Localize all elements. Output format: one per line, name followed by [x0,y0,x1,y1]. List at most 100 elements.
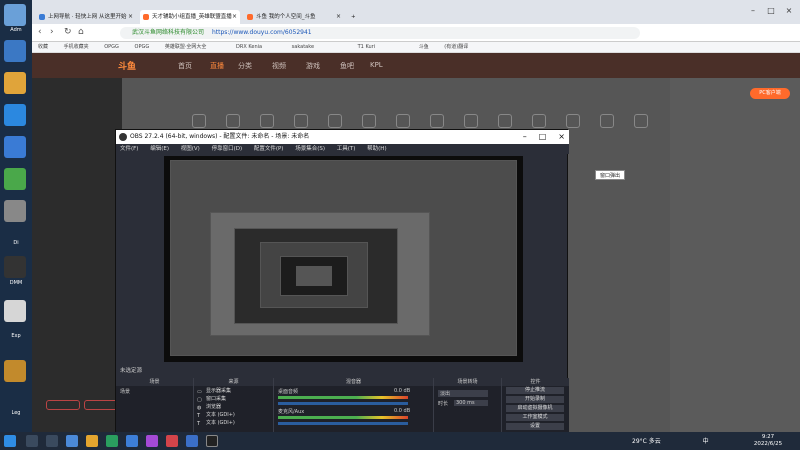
close-icon[interactable]: × [336,10,341,24]
category-icon[interactable] [226,114,240,128]
nav-category[interactable]: 分类 [238,61,252,71]
category-icon[interactable] [260,114,274,128]
bookmark-item[interactable]: T1 Kuri [358,44,375,50]
menu-view[interactable]: 视图(V) [181,146,200,152]
nav-game[interactable]: 游戏 [306,61,320,71]
search-icon[interactable] [26,435,38,447]
settings-button[interactable]: 设置 [506,423,564,430]
menu-docks[interactable]: 停靠窗口(D) [212,146,243,152]
nav-video[interactable]: 视频 [272,61,286,71]
category-icon[interactable] [634,114,648,128]
forward-icon[interactable]: › [50,27,54,37]
source-item[interactable]: T 文本 (GDI+) [196,411,270,419]
site-logo[interactable]: 斗鱼 [118,59,136,72]
desktop-shortcut-icon[interactable] [4,168,26,190]
tab-douyu-stream[interactable]: 天才辅助小组直播_英雄联盟直播 × [140,10,240,24]
category-icon[interactable] [192,114,206,128]
bookmark-item[interactable]: DRX Kenia [236,44,262,50]
desktop-shortcut-icon[interactable] [4,360,26,382]
desktop-shortcut-icon[interactable] [4,300,26,322]
minimize-icon[interactable]: – [523,132,527,141]
source-item[interactable]: ◍ 浏览器 [196,403,270,411]
studio-mode-button[interactable]: 工作室模式 [506,414,564,421]
maximize-icon[interactable]: □ [762,6,780,15]
source-item[interactable]: ▢ 窗口采集 [196,395,270,403]
sidebar-action-button[interactable] [84,400,118,410]
category-icon[interactable] [396,114,410,128]
menu-profile[interactable]: 配置文件(P) [254,146,284,152]
app-icon[interactable] [166,435,178,447]
menu-help[interactable]: 帮助(H) [367,146,386,152]
weather-widget[interactable]: 29°C 多云 中 [632,436,709,445]
bookmark-item[interactable]: sakatake [292,44,314,50]
lang-indicator[interactable]: 中 [703,438,709,445]
menu-scene-collection[interactable]: 场景集合(S) [295,146,325,152]
category-icon[interactable] [566,114,580,128]
taskbar-clock[interactable]: 9:27 2022/6/25 [748,434,788,448]
close-icon[interactable]: × [232,10,237,24]
close-icon[interactable]: × [558,132,565,141]
bookmark-item[interactable]: 斗鱼 [419,44,429,50]
obs-preview-canvas[interactable] [164,156,523,362]
volume-slider[interactable] [278,402,408,405]
desktop-shortcut-icon[interactable] [4,40,26,62]
category-icon[interactable] [600,114,614,128]
bookmark-item[interactable]: 手机收藏夹 [64,44,89,50]
url-input[interactable]: 武汉斗鱼网络科技有限公司 https://www.douyu.com/60529… [120,27,640,39]
close-icon[interactable]: × [780,6,798,15]
volume-slider[interactable] [278,422,408,425]
nav-kpl[interactable]: KPL [370,61,383,69]
bookmark-item[interactable]: (有道)翻译 [444,44,468,50]
app-icon[interactable] [146,435,158,447]
source-item[interactable]: T 文本 (GDI+) [196,419,270,427]
desktop-shortcut-icon[interactable] [4,4,26,26]
minimize-icon[interactable]: – [744,6,762,15]
desktop-shortcut-icon[interactable] [4,72,26,94]
transition-type-select[interactable]: 淡出 [438,390,488,397]
bookmark-item[interactable]: OPGG [104,44,119,50]
scene-item[interactable]: 场景 [120,388,130,395]
pc-client-button[interactable]: PC客户端 [750,88,790,99]
new-tab-button[interactable]: + [348,10,362,24]
reload-icon[interactable]: ↻ [64,27,72,37]
virtual-camera-button[interactable]: 启动虚拟摄像机 [506,405,564,412]
menu-file[interactable]: 文件(F) [120,146,138,152]
app-icon[interactable] [186,435,198,447]
desktop-shortcut-icon[interactable] [4,104,26,126]
category-icon[interactable] [532,114,546,128]
stop-streaming-button[interactable]: 停止推流 [506,387,564,394]
desktop-shortcut-icon[interactable] [4,136,26,158]
desktop-shortcut-icon[interactable] [4,256,26,278]
app-icon[interactable] [106,435,118,447]
category-icon[interactable] [464,114,478,128]
menu-edit[interactable]: 编辑(E) [150,146,169,152]
sidebar-action-button[interactable] [46,400,80,410]
nav-yuba[interactable]: 鱼吧 [340,61,354,71]
obs-taskbar-icon[interactable] [206,435,218,447]
category-icon[interactable] [328,114,342,128]
nav-live[interactable]: 直播 [210,61,224,71]
bookmark-item[interactable]: 收藏 [38,44,48,50]
tab-douyu-space[interactable]: 斗鱼 我的个人空间_斗鱼 × [244,10,344,24]
close-icon[interactable]: × [128,10,133,24]
desktop-shortcut-icon[interactable] [4,200,26,222]
source-item[interactable]: ▭ 显示器采集 [196,387,270,395]
category-icon[interactable] [294,114,308,128]
bookmark-item[interactable]: 英雄联盟·全网大全 [165,44,207,50]
home-icon[interactable]: ⌂ [78,27,84,37]
maximize-icon[interactable]: □ [539,132,547,141]
nav-home[interactable]: 首页 [178,61,192,71]
app-icon[interactable] [66,435,78,447]
start-recording-button[interactable]: 开始录制 [506,396,564,403]
back-icon[interactable]: ‹ [38,27,42,37]
obs-title-bar[interactable]: OBS 27.2.4 (64-bit, windows) - 配置文件: 未命名… [116,130,569,144]
tab-navigation[interactable]: 上网导航 · 轻快上网 从这里开始 × [36,10,136,24]
start-icon[interactable] [4,435,16,447]
category-icon[interactable] [362,114,376,128]
bookmark-item[interactable]: OPGG [135,44,150,50]
app-icon[interactable] [86,435,98,447]
category-icon[interactable] [498,114,512,128]
popout-window-button[interactable]: 窗口弹出 [595,170,625,180]
category-icon[interactable] [430,114,444,128]
taskview-icon[interactable] [46,435,58,447]
